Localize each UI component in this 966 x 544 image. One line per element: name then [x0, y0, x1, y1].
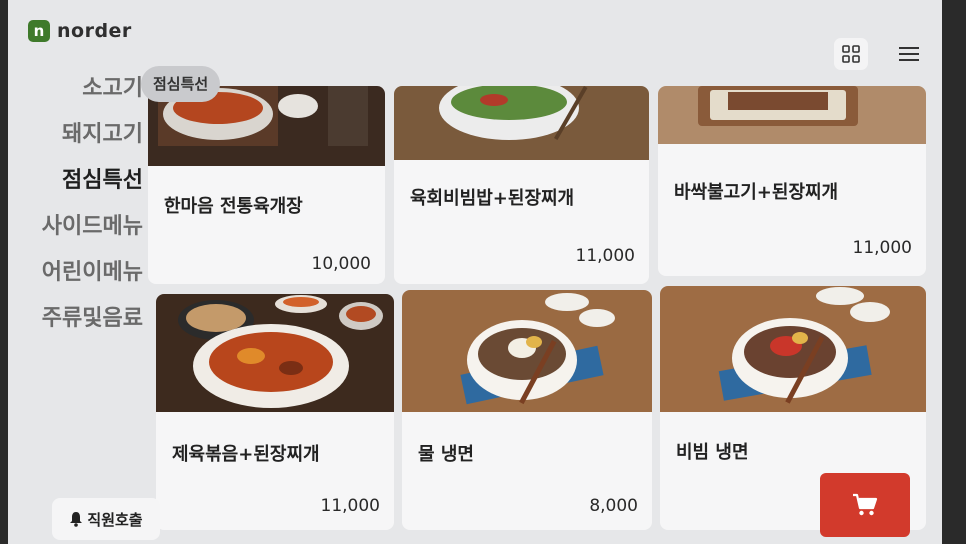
- grid-view-icon: [842, 45, 860, 63]
- menu-name: 바싹불고기+된장찌개: [674, 182, 839, 203]
- food-photo: [658, 86, 926, 144]
- sidebar-item-beef[interactable]: 소고기: [26, 66, 151, 112]
- menu-card[interactable]: 바싹불고기+된장찌개 11,000: [658, 86, 926, 276]
- sidebar-item-pork[interactable]: 돼지고기: [26, 112, 151, 158]
- cart-button[interactable]: [820, 473, 910, 537]
- menu-card[interactable]: 한마음 전통육개장 10,000: [148, 86, 385, 284]
- kiosk-screen: n norder 소고기 돼지고기 점심특선 사이드메뉴 어린이메뉴 주류및음료: [8, 0, 942, 544]
- menu-price: 11,000: [852, 238, 912, 258]
- hamburger-menu-button[interactable]: [898, 46, 920, 62]
- food-photo: [156, 294, 394, 412]
- hamburger-menu-icon: [899, 47, 919, 61]
- grid-view-button[interactable]: [834, 38, 868, 70]
- menu-name: 물 냉면: [418, 444, 474, 465]
- food-photo: [660, 286, 926, 412]
- sidebar-item-kids-menu[interactable]: 어린이메뉴: [26, 250, 151, 296]
- menu-price: 8,000: [589, 496, 638, 516]
- staff-call-label: 직원호출: [87, 510, 143, 529]
- bell-icon: [69, 511, 83, 527]
- brand-name: norder: [57, 20, 132, 42]
- menu-name: 비빔 냉면: [676, 442, 749, 463]
- food-photo: [402, 290, 652, 412]
- subcategory-tab[interactable]: 점심특선: [141, 66, 221, 102]
- sidebar-item-side-menu[interactable]: 사이드메뉴: [26, 204, 151, 250]
- menu-price: 11,000: [320, 496, 380, 516]
- menu-card[interactable]: 제육볶음+된장찌개 11,000: [156, 294, 394, 530]
- logo-mark: n: [28, 20, 50, 42]
- menu-name: 제육볶음+된장찌개: [172, 444, 320, 465]
- sidebar-item-lunch-special[interactable]: 점심특선: [26, 158, 151, 204]
- menu-price: 10,000: [311, 254, 371, 274]
- category-sidebar: 소고기 돼지고기 점심특선 사이드메뉴 어린이메뉴 주류및음료: [26, 66, 151, 342]
- cart-icon: [853, 493, 878, 516]
- menu-card[interactable]: 물 냉면 8,000: [402, 290, 652, 530]
- staff-call-button[interactable]: 직원호출: [52, 498, 160, 540]
- top-toolbar: [834, 38, 920, 70]
- food-photo: [394, 86, 649, 160]
- sidebar-item-drinks[interactable]: 주류및음료: [26, 296, 151, 342]
- menu-card[interactable]: 육회비빔밥+된장찌개 11,000: [394, 86, 649, 284]
- menu-name: 육회비빔밥+된장찌개: [410, 188, 575, 209]
- menu-name: 한마음 전통육개장: [164, 196, 303, 217]
- app-logo: n norder: [28, 20, 132, 42]
- menu-price: 11,000: [575, 246, 635, 266]
